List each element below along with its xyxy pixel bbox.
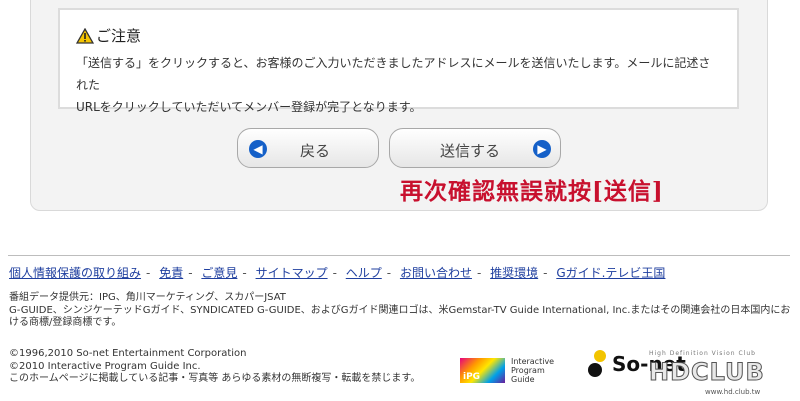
separator: - [386, 266, 392, 280]
link-disclaimer[interactable]: 免責 [159, 266, 183, 280]
notice-title: ご注意 [96, 27, 142, 45]
notice-box: ご注意 「送信する」をクリックすると、お客様のご入力いただきましたアドレスにメー… [58, 8, 739, 114]
back-button-label: 戻る [300, 142, 331, 160]
separator: - [188, 266, 193, 280]
notice-header: ご注意 [76, 25, 141, 46]
separator: - [332, 266, 337, 280]
overlay-caption: 再次確認無誤就按[送信] [400, 178, 664, 205]
hdclub-watermark: High Definition Vision Club HDCLUB www.h… [645, 350, 795, 398]
notice-line-1: 「送信する」をクリックすると、お客様のご入力いただきましたアドレスにメールを送信… [76, 56, 711, 92]
link-sitemap[interactable]: サイトマップ [256, 266, 328, 280]
ipg-logo[interactable]: iPG Interactive Program Guide [460, 357, 554, 384]
separator: - [543, 266, 548, 280]
arrow-right-icon: ▶ [533, 140, 551, 158]
data-note-line-2: G-GUIDE、シンジケーテッドGガイド、SYNDICATED G-GUIDE、… [9, 304, 791, 316]
notice-line-2: URLをクリックしていただいてメンバー登録が完了となります。 [76, 100, 422, 114]
link-recommended-env[interactable]: 推奨環境 [490, 266, 538, 280]
back-button[interactable]: ◀ 戻る [237, 128, 379, 168]
send-button[interactable]: 送信する ▶ [389, 128, 561, 168]
sonet-mark-icon [588, 350, 606, 377]
hdclub-wordmark: HDCLUB [649, 358, 765, 387]
footer-links: 個人情報保護の取り組み - 免責 - ご意見 - サイトマップ - ヘルプ - お問い合わ… [9, 264, 665, 281]
ipg-text-line-1: Interactive [511, 357, 555, 366]
ipg-logo-text: Interactive Program Guide [511, 357, 554, 384]
copyright: ©1996,2010 So-net Entertainment Corporat… [9, 348, 420, 386]
data-note-line-1: 番組データ提供元：IPG、角川マーケティング、スカパーJSAT [9, 292, 286, 303]
copyright-line-3: このホームページに掲載している記事・写真等 あらゆる素材の無断複写・転載を禁じま… [9, 373, 421, 384]
ipg-text-line-2: Program [511, 366, 545, 375]
data-provider-note: 番組データ提供元：IPG、角川マーケティング、スカパーJSAT G-GUIDE、… [9, 292, 794, 330]
footer-divider [8, 255, 790, 256]
separator: - [146, 266, 151, 280]
hdclub-tagline: High Definition Vision Club [649, 350, 756, 357]
hdclub-url: www.hd.club.tw [705, 388, 761, 396]
ipg-text-line-3: Guide [511, 375, 535, 384]
ipg-mark-text: iPG [463, 372, 481, 382]
link-feedback[interactable]: ご意見 [201, 266, 237, 280]
separator: - [242, 266, 247, 280]
link-gguide[interactable]: Gガイド.テレビ王国 [556, 266, 665, 280]
arrow-left-icon: ◀ [249, 140, 267, 158]
send-button-label: 送信する [440, 142, 501, 160]
warning-icon [76, 27, 94, 44]
copyright-line-1: ©1996,2010 So-net Entertainment Corporat… [9, 348, 247, 359]
copyright-line-2: ©2010 Interactive Program Guide Inc. [9, 360, 201, 372]
data-note-line-3: ける商標/登録商標です。 [9, 317, 122, 328]
ipg-mark: iPG [460, 358, 505, 383]
notice-body: 「送信する」をクリックすると、お客様のご入力いただきましたアドレスにメールを送信… [76, 52, 716, 118]
link-contact[interactable]: お問い合わせ [400, 266, 472, 280]
link-help[interactable]: ヘルプ [346, 266, 382, 280]
separator: - [476, 266, 482, 280]
link-privacy[interactable]: 個人情報保護の取り組み [9, 266, 141, 280]
